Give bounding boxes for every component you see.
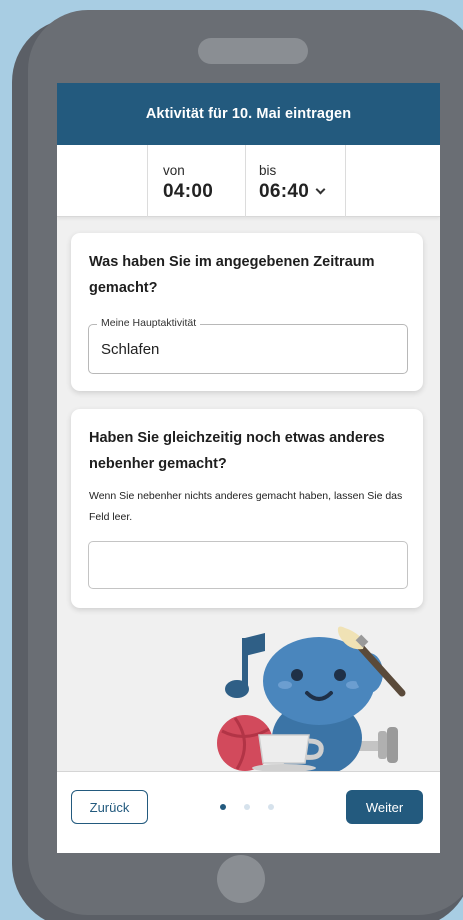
main-activity-field-value: Schlafen: [101, 341, 160, 358]
page-title: Aktivität für 10. Mai eintragen: [145, 106, 352, 122]
music-note-icon: [225, 633, 265, 698]
chevron-down-icon: [315, 184, 326, 195]
time-to-value: 06:40: [259, 181, 310, 202]
mascot-illustration: [217, 626, 406, 773]
time-from-value: 04:00: [163, 181, 214, 202]
main-activity-field[interactable]: Meine Hauptaktivität Schlafen: [88, 317, 408, 374]
page-dot-2: [244, 804, 250, 810]
app-screen: Aktivität für 10. Mai eintragen von 04:0…: [57, 83, 440, 853]
time-to-label: bis: [259, 163, 277, 178]
side-activity-question: Haben Sie gleichzeitig noch etwas andere…: [89, 430, 385, 472]
page-dot-3: [268, 804, 274, 810]
time-from-label: von: [163, 163, 185, 178]
side-activity-field[interactable]: [88, 541, 408, 589]
time-to-selector[interactable]: bis 06:40: [245, 145, 346, 217]
back-button-label: Zurück: [89, 799, 130, 815]
main-activity-field-label: Meine Hauptaktivität: [97, 317, 201, 329]
side-activity-hint: Wenn Sie nebenher nichts anderes gemacht…: [89, 490, 403, 523]
time-range-bar: von 04:00 bis 06:40: [57, 145, 440, 217]
side-activity-card: Haben Sie gleichzeitig noch etwas andere…: [71, 409, 423, 608]
back-button[interactable]: Zurück: [71, 790, 148, 824]
next-button[interactable]: Weiter: [346, 790, 423, 824]
page-dot-1: [220, 804, 226, 810]
header-bar: Aktivität für 10. Mai eintragen: [57, 83, 440, 145]
phone-home-button[interactable]: [217, 855, 265, 903]
main-activity-question: Was haben Sie im angegebenen Zeitraum ge…: [89, 254, 375, 296]
main-activity-card: Was haben Sie im angegebenen Zeitraum ge…: [71, 233, 423, 391]
next-button-label: Weiter: [365, 799, 404, 815]
phone-speaker: [198, 38, 308, 64]
bottom-nav: Zurück Weiter: [57, 771, 440, 853]
time-to-value-wrap: 06:40: [259, 181, 326, 203]
time-from: von 04:00: [147, 145, 245, 217]
